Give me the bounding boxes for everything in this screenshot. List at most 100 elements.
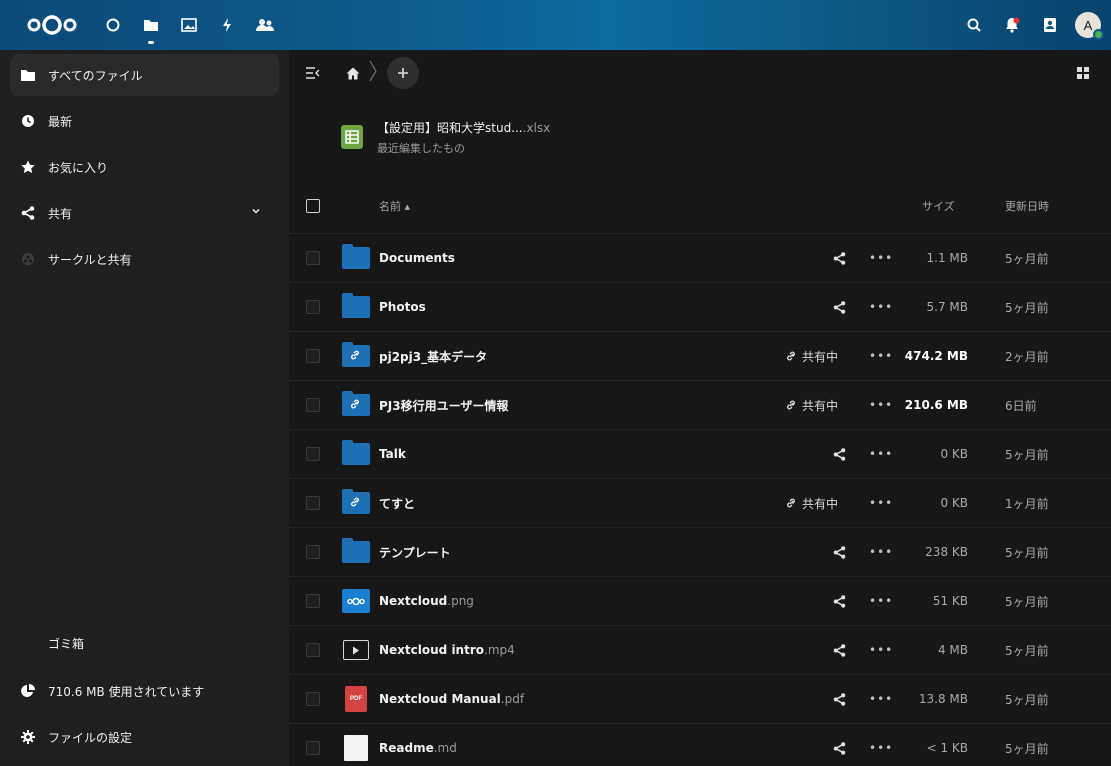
row-checkbox[interactable] xyxy=(306,545,320,559)
file-name[interactable]: Nextcloud.png xyxy=(379,594,474,608)
home-icon[interactable] xyxy=(343,63,363,83)
file-name[interactable]: Nextcloud intro.mp4 xyxy=(379,643,515,657)
row-checkbox[interactable] xyxy=(306,300,320,314)
more-actions-icon[interactable]: ••• xyxy=(869,741,893,755)
share-icon[interactable] xyxy=(829,594,849,608)
row-checkbox[interactable] xyxy=(306,741,320,755)
table-row[interactable]: Photos ••• 5.7 MB 5ヶ月前 xyxy=(289,283,1111,332)
file-name[interactable]: Talk xyxy=(379,447,406,461)
toggle-navigation-icon[interactable] xyxy=(303,63,323,83)
table-row[interactable]: PJ3移行用ユーザー情報 共有中 ••• 210.6 MB 6日前 xyxy=(289,381,1111,430)
file-modified-date: 6日前 xyxy=(1005,398,1037,413)
shared-status[interactable]: 共有中 xyxy=(785,495,838,512)
more-actions-icon[interactable]: ••• xyxy=(869,300,893,314)
text-file-icon xyxy=(344,735,368,761)
share-icon[interactable] xyxy=(829,692,849,706)
share-icon[interactable] xyxy=(829,643,849,657)
table-row[interactable]: テンプレート ••• 238 KB 5ヶ月前 xyxy=(289,528,1111,577)
sidebar-item-recent[interactable]: 最新 xyxy=(10,100,279,142)
row-checkbox[interactable] xyxy=(306,447,320,461)
dashboard-icon[interactable] xyxy=(94,0,132,50)
file-name[interactable]: テンプレート xyxy=(379,544,451,561)
nextcloud-logo-icon[interactable] xyxy=(24,13,80,37)
more-actions-icon[interactable]: ••• xyxy=(869,349,893,363)
share-icon[interactable] xyxy=(829,300,849,314)
row-checkbox[interactable] xyxy=(306,643,320,657)
contacts-icon[interactable] xyxy=(246,0,284,50)
folder-icon xyxy=(20,67,36,83)
grid-view-icon[interactable] xyxy=(1073,63,1093,83)
row-checkbox[interactable] xyxy=(306,496,320,510)
column-size-header[interactable]: サイズ xyxy=(922,198,955,214)
table-row[interactable]: Nextcloud intro.mp4 ••• 4 MB 5ヶ月前 xyxy=(289,626,1111,675)
recent-file-subtitle: 最近編集したもの xyxy=(377,141,465,155)
shared-status[interactable]: 共有中 xyxy=(785,348,838,365)
folder-icon xyxy=(342,244,370,269)
more-actions-icon[interactable]: ••• xyxy=(869,447,893,461)
clock-icon xyxy=(20,113,36,129)
table-row[interactable]: てすと 共有中 ••• 0 KB 1ヶ月前 xyxy=(289,479,1111,528)
table-row[interactable]: Talk ••• 0 KB 5ヶ月前 xyxy=(289,430,1111,479)
row-checkbox[interactable] xyxy=(306,398,320,412)
activity-icon[interactable] xyxy=(208,0,246,50)
table-row[interactable]: PDF Nextcloud Manual.pdf ••• 13.8 MB 5ヶ月前 xyxy=(289,675,1111,724)
file-name[interactable]: てすと xyxy=(379,495,415,512)
recent-file-card[interactable]: 【設定用】昭和大学stud....xlsx 最近編集したもの xyxy=(289,96,1111,178)
chevron-down-icon[interactable] xyxy=(251,205,261,219)
notifications-icon[interactable] xyxy=(993,0,1031,50)
file-name[interactable]: Readme.md xyxy=(379,741,457,755)
video-icon xyxy=(343,640,369,660)
file-modified-date: 2ヶ月前 xyxy=(1005,349,1049,364)
more-actions-icon[interactable]: ••• xyxy=(869,251,893,265)
file-modified-date: 5ヶ月前 xyxy=(1005,594,1049,609)
sidebar-item-settings[interactable]: ファイルの設定 xyxy=(10,716,279,758)
row-checkbox[interactable] xyxy=(306,349,320,363)
file-name[interactable]: pj2pj3_基本データ xyxy=(379,348,487,365)
more-actions-icon[interactable]: ••• xyxy=(869,594,893,608)
files-icon[interactable] xyxy=(132,0,170,50)
more-actions-icon[interactable]: ••• xyxy=(869,643,893,657)
circles-icon xyxy=(20,251,36,267)
sidebar-item-shares[interactable]: 共有 xyxy=(10,192,279,234)
sidebar-item-all-files[interactable]: すべてのファイル xyxy=(10,54,279,96)
pie-chart-icon xyxy=(20,683,36,699)
file-modified-date: 5ヶ月前 xyxy=(1005,643,1049,658)
share-icon[interactable] xyxy=(829,251,849,265)
folder-icon xyxy=(342,293,370,318)
table-row[interactable]: Nextcloud.png ••• 51 KB 5ヶ月前 xyxy=(289,577,1111,626)
sidebar-item-circles[interactable]: サークルと共有 xyxy=(10,238,279,280)
shared-status[interactable]: 共有中 xyxy=(785,397,838,414)
share-icon xyxy=(20,205,36,221)
more-actions-icon[interactable]: ••• xyxy=(869,545,893,559)
row-checkbox[interactable] xyxy=(306,251,320,265)
more-actions-icon[interactable]: ••• xyxy=(869,496,893,510)
file-name[interactable]: Documents xyxy=(379,251,455,265)
share-icon[interactable] xyxy=(829,447,849,461)
column-date-header[interactable]: 更新日時 xyxy=(1005,198,1049,214)
row-checkbox[interactable] xyxy=(306,594,320,608)
share-icon[interactable] xyxy=(829,545,849,559)
gear-icon xyxy=(20,729,36,745)
more-actions-icon[interactable]: ••• xyxy=(869,398,893,412)
table-row[interactable]: pj2pj3_基本データ 共有中 ••• 474.2 MB 2ヶ月前 xyxy=(289,332,1111,381)
breadcrumb-separator-icon xyxy=(369,60,377,87)
column-name-header[interactable]: 名前 ▴ xyxy=(379,198,410,214)
file-name[interactable]: PJ3移行用ユーザー情報 xyxy=(379,397,508,414)
file-table-header: 名前 ▴ サイズ 更新日時 xyxy=(289,178,1111,234)
photos-icon[interactable] xyxy=(170,0,208,50)
search-icon[interactable] xyxy=(955,0,993,50)
avatar[interactable]: A xyxy=(1075,12,1104,40)
sidebar-item-label: サークルと共有 xyxy=(48,252,132,267)
sidebar-item-favorites[interactable]: お気に入り xyxy=(10,146,279,188)
table-row[interactable]: Readme.md ••• < 1 KB 5ヶ月前 xyxy=(289,724,1111,766)
sidebar-item-trash[interactable]: ゴミ箱 xyxy=(10,622,279,664)
contacts-menu-icon[interactable] xyxy=(1031,0,1069,50)
file-name[interactable]: Photos xyxy=(379,300,426,314)
new-item-button[interactable] xyxy=(387,57,419,89)
more-actions-icon[interactable]: ••• xyxy=(869,692,893,706)
file-name[interactable]: Nextcloud Manual.pdf xyxy=(379,692,524,706)
row-checkbox[interactable] xyxy=(306,692,320,706)
table-row[interactable]: Documents ••• 1.1 MB 5ヶ月前 xyxy=(289,234,1111,283)
share-icon[interactable] xyxy=(829,741,849,755)
select-all-checkbox[interactable] xyxy=(306,198,320,213)
